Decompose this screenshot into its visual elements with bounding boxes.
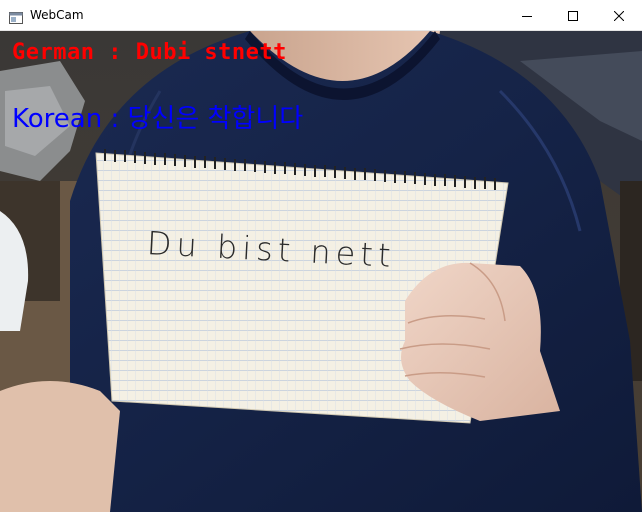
window-title: WebCam [30, 8, 84, 22]
minimize-icon [522, 15, 532, 17]
window-app-icon [9, 9, 23, 24]
title-bar[interactable]: WebCam [0, 0, 642, 31]
german-translation: German : Dubi stnett [12, 40, 287, 65]
maximize-icon [568, 10, 578, 21]
korean-translation: Korean : 당신은 착합니다 [12, 104, 304, 134]
webcam-window: WebCam Du bist nett German: Dubi stnett… [0, 0, 642, 512]
maximize-button[interactable] [550, 0, 596, 31]
close-button[interactable] [596, 0, 642, 31]
close-icon [614, 10, 624, 21]
minimize-button[interactable] [504, 0, 550, 31]
